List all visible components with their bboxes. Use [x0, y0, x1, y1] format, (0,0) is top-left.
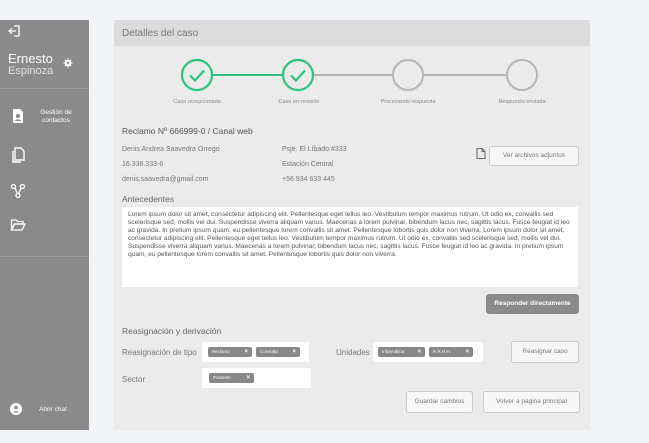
antecedentes-text: Lorem ipsum dolor sit amet, consectetur …: [122, 207, 578, 287]
close-icon[interactable]: ×: [244, 347, 248, 357]
close-icon[interactable]: ×: [292, 347, 296, 357]
view-attachments-button[interactable]: Ver archivos adjuntos: [489, 146, 579, 166]
logout-icon[interactable]: [7, 24, 21, 38]
back-to-main-button[interactable]: Volver a página principal: [483, 391, 580, 413]
reply-directly-button[interactable]: Responder directamente: [486, 294, 579, 314]
step-2-circle: [281, 58, 315, 92]
sidebar-item-gestion-contactos[interactable]: Gestión de contactos: [33, 109, 79, 125]
claim-title: Reclamo Nº 666999-0 / Canal web: [122, 126, 253, 136]
progress-stepper: [180, 58, 538, 92]
share-nodes-icon[interactable]: [10, 183, 26, 199]
sector-chip-field[interactable]: Poniente ×: [202, 368, 311, 388]
file-icon: [476, 148, 486, 159]
contact-name: Denis Andrea Saavedra Orrego: [122, 146, 220, 153]
folder-open-icon[interactable]: [10, 217, 26, 233]
close-icon[interactable]: ×: [417, 347, 421, 357]
sidebar-divider: [0, 88, 89, 89]
close-icon[interactable]: ×: [246, 373, 250, 383]
contact-commune: Estación Central: [282, 161, 334, 168]
chip-rrhh: R.R.H.H. ×: [429, 347, 473, 357]
page-title: Detalles del caso: [122, 28, 199, 39]
close-icon[interactable]: ×: [465, 347, 469, 357]
chip-consulta: Consulta ×: [256, 347, 300, 357]
type-chip-field[interactable]: Reclamo × Consulta ×: [202, 342, 309, 362]
units-label: Unidades: [336, 348, 370, 357]
user-chat-icon[interactable]: [10, 403, 22, 415]
save-changes-button[interactable]: Guardar cambios: [406, 391, 473, 413]
case-details-panel: Detalles del caso Caso recepcionado Caso…: [114, 20, 590, 430]
contacts-book-icon[interactable]: [10, 108, 26, 124]
panel-header: Detalles del caso: [114, 20, 590, 46]
reassign-case-button[interactable]: Reasignar caso: [511, 341, 579, 363]
sector-label: Sector: [122, 375, 146, 384]
chip-informatica: Informática ×: [378, 347, 425, 357]
check-icon: [290, 69, 306, 83]
units-chip-field[interactable]: Informática × R.R.H.H. ×: [373, 342, 483, 362]
contact-rut: 16.336.333-6: [122, 161, 164, 168]
antecedentes-title: Antecedentes: [122, 194, 174, 204]
contact-address: Psje. El Líbado #333: [282, 146, 347, 153]
sidebar: Ernesto Espinoza Gestión de contactos Ab…: [0, 20, 89, 430]
step-3-circle: [392, 59, 424, 91]
check-icon: [189, 69, 205, 83]
step-4-circle: [506, 59, 538, 91]
step-2-label: Caso en revisión: [278, 99, 320, 105]
chip-reclamo: Reclamo ×: [208, 347, 252, 357]
open-chat-link[interactable]: Abrir chat: [39, 406, 67, 413]
sidebar-divider: [0, 256, 89, 257]
gear-icon[interactable]: [63, 58, 73, 68]
user-last-name: Espinoza: [8, 65, 54, 77]
type-label: Reasignación de tipo: [122, 348, 197, 357]
step-3-label: Procesando respuesta: [380, 99, 436, 105]
user-first-name: Ernesto: [8, 51, 53, 66]
reassignment-title: Reasignación y derivación: [122, 326, 222, 336]
contact-email: denis.saavedra@gmail.com: [122, 176, 209, 183]
documents-icon[interactable]: [10, 147, 26, 163]
step-4-label: Respuesta enviada: [498, 99, 546, 105]
step-1-circle: [180, 58, 214, 92]
chip-poniente: Poniente ×: [209, 373, 254, 383]
contact-phone: +56 934 633 445: [282, 176, 335, 183]
step-1-label: Caso recepcionado: [173, 99, 221, 105]
